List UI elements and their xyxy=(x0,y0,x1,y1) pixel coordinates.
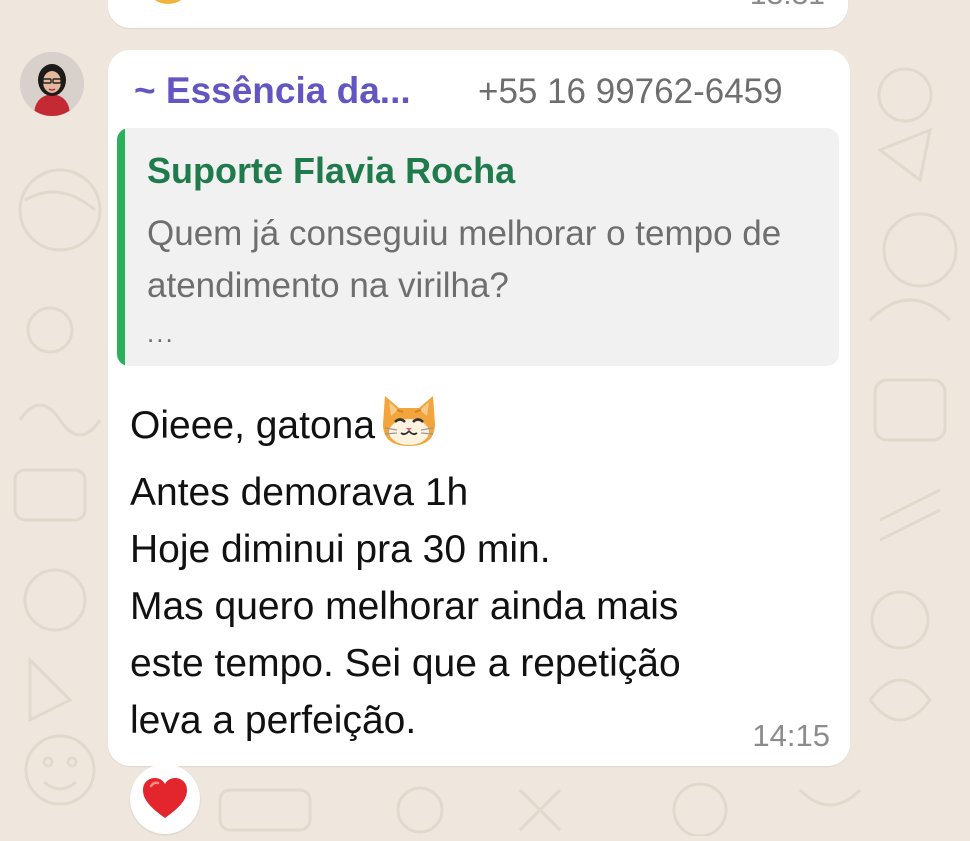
avatar[interactable] xyxy=(20,52,84,116)
sender-name[interactable]: ~ Essência da... xyxy=(134,70,411,112)
red-heart-icon xyxy=(143,778,187,818)
sender-phone[interactable]: +55 16 99762-6459 xyxy=(478,72,783,112)
message-greeting: Oieee, gatona xyxy=(130,404,376,447)
cat-face-icon xyxy=(377,390,441,450)
quoted-text: Quem já conseguiu melhorar o tempo de at… xyxy=(147,214,782,305)
reaction-badge[interactable] xyxy=(130,764,200,834)
quoted-more: ... xyxy=(147,318,175,348)
quote-accent-bar xyxy=(117,128,125,366)
message-line: Hoje diminui pra 30 min. xyxy=(130,528,551,571)
previous-message-time: 13:31 xyxy=(750,0,825,12)
quoted-author: Suporte Flavia Rocha xyxy=(147,150,516,191)
message-line: este tempo. Sei que a repetição xyxy=(130,642,681,685)
message-time: 14:15 xyxy=(752,718,830,753)
message-greeting-line: Oieee, gatona xyxy=(130,390,830,454)
message-line: Mas quero melhorar ainda mais xyxy=(130,585,679,628)
message-text: Oieee, gatona Antes demorava 1h Hoje dim… xyxy=(130,390,830,749)
previous-message-bubble[interactable] xyxy=(108,0,848,28)
message-line: Antes demorava 1h xyxy=(130,471,469,514)
message-line: leva a perfeição. xyxy=(130,699,417,742)
quoted-message[interactable]: Suporte Flavia Rocha Quem já conseguiu m… xyxy=(117,128,839,366)
message-bubble[interactable]: ~ Essência da... +55 16 99762-6459 Supor… xyxy=(108,50,850,766)
